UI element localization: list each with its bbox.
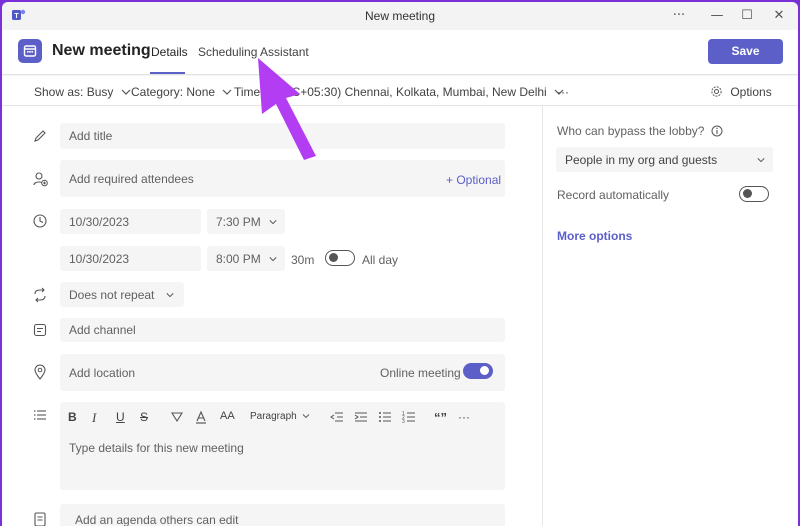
attendees-input[interactable]: Add required attendees [60,160,505,197]
svg-text:3: 3 [402,419,405,424]
active-tab-indicator [150,72,185,74]
title-input[interactable]: Add title [60,123,505,149]
gear-icon [711,86,722,97]
agenda-input[interactable]: Add an agenda others can edit [60,504,505,526]
meeting-form: Add title Add required attendees + Optio… [2,106,542,526]
record-automatically-label: Record automatically [557,188,670,202]
all-day-label: All day [362,253,399,267]
agenda-icon [34,512,46,526]
increase-indent-icon[interactable] [354,410,368,424]
channel-placeholder: Add channel [69,323,136,337]
repeat-icon [34,287,46,303]
category-dropdown[interactable]: Category: None [131,85,232,99]
start-time-value: 7:30 PM [216,214,261,229]
font-size-button[interactable]: AA [220,410,235,422]
bulleted-list-icon[interactable] [378,410,392,424]
title-placeholder: Add title [69,129,113,143]
save-button[interactable]: Save [708,39,783,64]
options-label: Options [730,85,772,99]
chevron-down-icon [757,158,765,163]
lobby-bypass-dropdown[interactable]: People in my org and guests [556,147,773,172]
italic-button[interactable]: I [92,410,96,426]
toolbar-more-button[interactable]: ··· [557,85,569,99]
meeting-toolbar: Show as: Busy Category: None Time (UTC+0… [2,76,798,106]
show-as-label: Show as: Busy [34,85,114,99]
end-date-picker[interactable]: 10/30/2023 [60,246,201,271]
teams-window: T New meeting ··· — ☐ ✕ New meeting Deta… [2,2,798,526]
text-list-icon [34,410,46,420]
calendar-icon [18,39,42,63]
minimize-button[interactable]: — [702,6,732,26]
time-zone-dropdown[interactable]: Time (UTC+05:30) Chennai, Kolkata, Mumba… [234,85,564,99]
chevron-down-icon [222,89,232,95]
window-more-button[interactable]: ··· [664,6,694,26]
chevron-down-icon [121,89,131,95]
more-options-link[interactable]: More options [557,229,632,243]
time-zone-label: (UTC+05:30) Chennai, Kolkata, Mumbai, Ne… [271,85,547,99]
record-automatically-toggle[interactable] [739,186,769,202]
start-date-value: 10/30/2023 [69,214,130,229]
start-date-picker[interactable]: 10/30/2023 [60,209,201,234]
close-button[interactable]: ✕ [764,6,794,26]
paragraph-dropdown[interactable]: Paragraph [250,411,310,422]
chevron-down-icon [303,414,310,419]
font-color-icon[interactable] [194,410,208,424]
highlight-icon[interactable] [170,410,184,424]
end-time-value: 8:00 PM [216,251,261,266]
meeting-duration: 30m [291,253,315,267]
online-meeting-label: Online meeting [380,366,461,380]
chevron-down-icon [269,257,277,262]
strikethrough-button[interactable]: S [140,410,148,424]
paragraph-label: Paragraph [250,411,297,422]
pencil-icon [34,130,46,142]
channel-icon [33,323,47,337]
start-time-picker[interactable]: 7:30 PM [207,209,285,234]
meeting-header: New meeting Details Scheduling Assistant… [2,30,798,75]
quote-button[interactable]: “” [434,410,447,425]
channel-input[interactable]: Add channel [60,318,505,342]
page-title: New meeting [52,42,151,59]
agenda-placeholder: Add an agenda others can edit [75,513,239,526]
options-button[interactable]: Options [710,85,772,99]
bold-button[interactable]: B [68,410,77,424]
end-date-value: 10/30/2023 [69,251,130,266]
location-placeholder: Add location [69,365,136,380]
details-placeholder: Type details for this new meeting [69,441,244,455]
lobby-label: Who can bypass the lobby? [557,124,723,138]
all-day-toggle[interactable] [325,250,355,266]
time-zone-prefix: Time [234,85,261,99]
title-bar: T New meeting ··· — ☐ ✕ [2,2,798,30]
meeting-options-panel: Who can bypass the lobby? People in my o… [542,106,798,526]
lobby-label-text: Who can bypass the lobby? [557,124,705,138]
show-as-dropdown[interactable]: Show as: Busy [34,85,131,99]
attendees-placeholder: Add required attendees [69,171,194,186]
online-meeting-toggle[interactable] [463,363,493,379]
numbered-list-icon[interactable]: 1 2 3 [402,410,416,424]
details-editor[interactable]: B I U S AA Paragraph 1 2 3 “” ··· Type d… [60,402,505,490]
tab-scheduling-assistant[interactable]: Scheduling Assistant [198,45,309,59]
add-person-icon [33,172,48,187]
decrease-indent-icon[interactable] [330,410,344,424]
chevron-down-icon [166,293,174,298]
underline-button[interactable]: U [116,410,125,424]
lobby-bypass-value: People in my org and guests [565,152,718,167]
location-pin-icon [34,364,46,380]
maximize-button[interactable]: ☐ [732,6,762,26]
info-icon[interactable] [711,125,723,137]
clock-icon [33,214,47,228]
category-label: Category: None [131,85,216,99]
repeat-dropdown[interactable]: Does not repeat [60,282,184,307]
chevron-down-icon [269,220,277,225]
tab-details[interactable]: Details [151,45,188,59]
repeat-value: Does not repeat [69,287,155,302]
end-time-picker[interactable]: 8:00 PM [207,246,285,271]
formatting-more-button[interactable]: ··· [458,410,470,424]
optional-attendees-link[interactable]: + Optional [446,173,501,187]
